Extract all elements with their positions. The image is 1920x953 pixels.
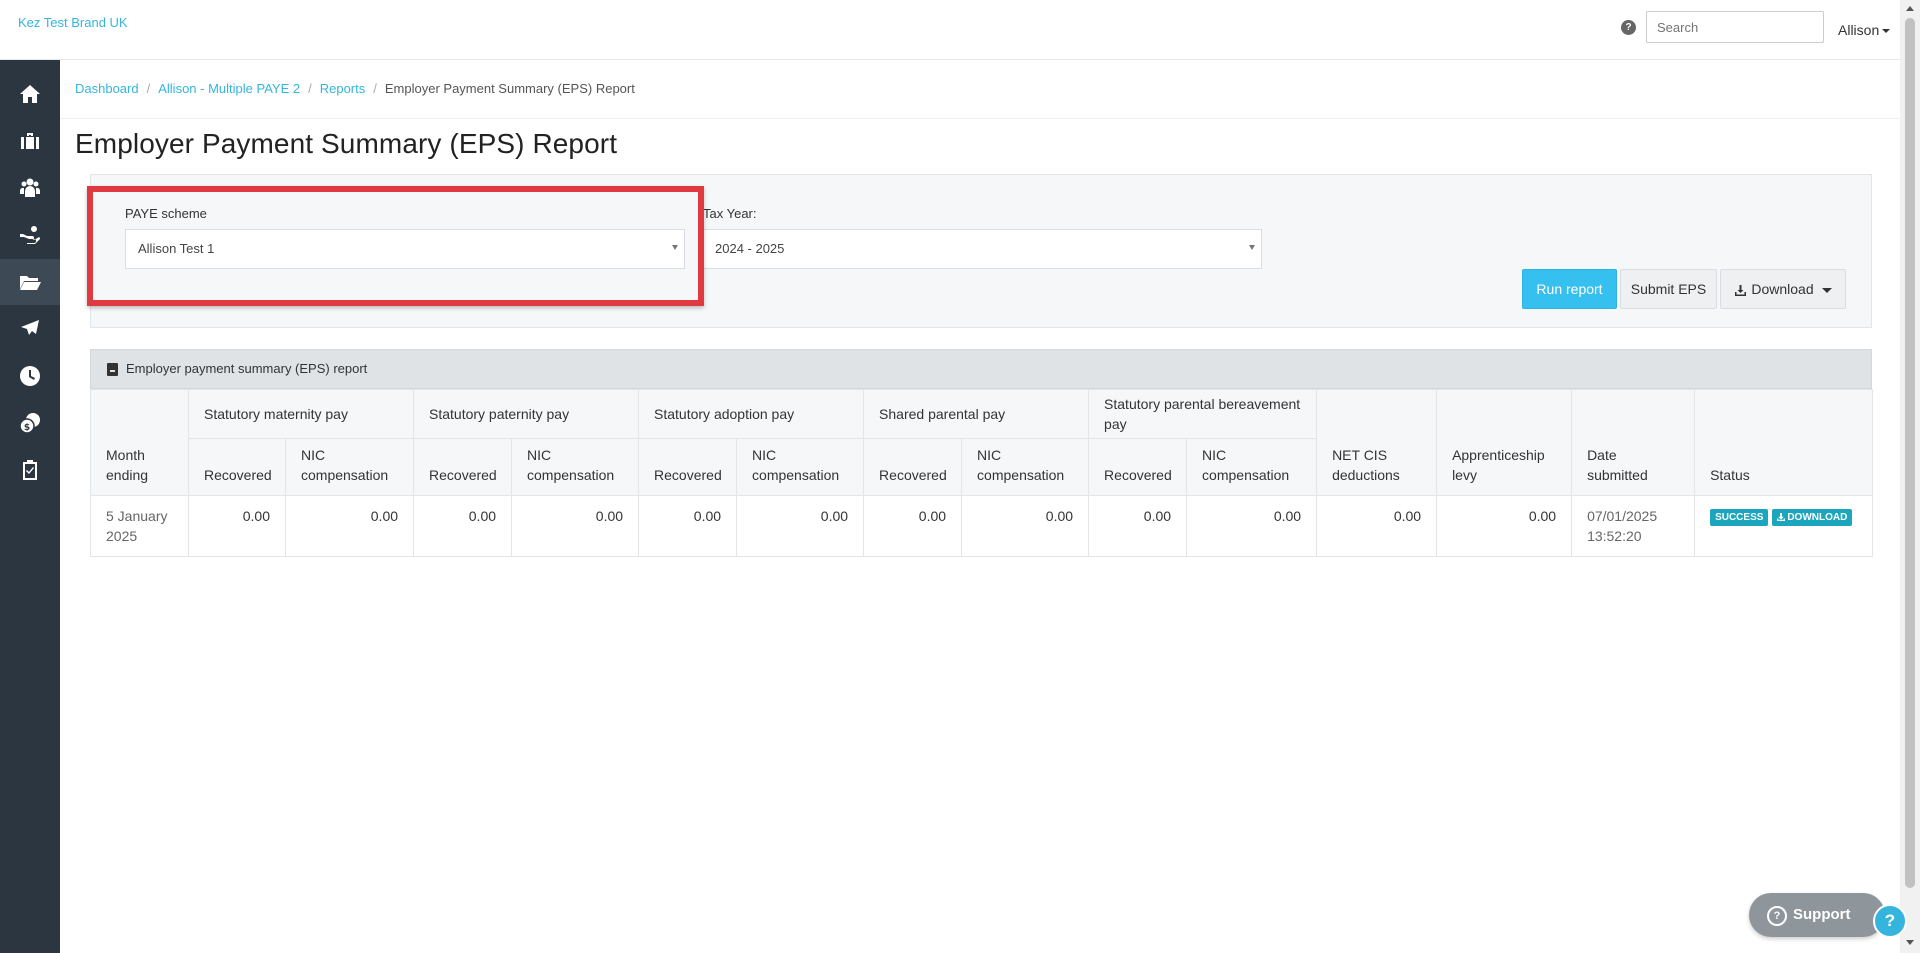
sidebar-item-tasks[interactable] [0, 447, 60, 493]
cell-month-ending: 5 January 2025 [90, 495, 189, 557]
download-badge-button[interactable]: DOWNLOAD [1772, 508, 1853, 526]
support-label: Support [1793, 906, 1851, 923]
cell-value: 0.00 [736, 495, 865, 557]
col-paternity-recovered: Recovered [413, 438, 513, 496]
breadcrumb-current: Employer Payment Summary (EPS) Report [384, 81, 635, 96]
cell-value: 0.00 [284, 495, 415, 557]
download-icon [1777, 512, 1786, 521]
col-shared-nic: NIC compensation [961, 438, 1090, 496]
cell-value: 0.00 [1088, 495, 1188, 557]
col-apprenticeship-levy: Apprenticeship levy [1436, 389, 1573, 496]
highlight-annotation [87, 186, 704, 306]
page-title: Employer Payment Summary (EPS) Report [75, 128, 618, 159]
tax-year-value: 2024 - 2025 [715, 241, 785, 256]
sidebar-item-pensions[interactable]: $ [0, 400, 60, 446]
sidebar-item-employees[interactable] [0, 165, 60, 211]
chevron-down-icon [1882, 29, 1891, 34]
sidebar-item-timesheets[interactable] [0, 353, 60, 399]
col-paternity-nic: NIC compensation [511, 438, 640, 496]
scroll-down-icon[interactable] [1906, 940, 1914, 945]
col-adoption-recovered: Recovered [638, 438, 738, 496]
hand-payment-icon [20, 226, 40, 244]
cell-value: 0.00 [188, 495, 286, 557]
sidebar-item-company[interactable] [0, 118, 60, 164]
cell-status: SUCCESS DOWNLOAD [1694, 495, 1874, 557]
scroll-up-icon[interactable] [1906, 6, 1914, 11]
report-title: Employer payment summary (EPS) report [126, 361, 368, 376]
sidebar-item-home[interactable] [0, 71, 60, 117]
col-net-cis: NET CIS deductions [1316, 389, 1438, 496]
col-status: Status [1694, 389, 1874, 496]
folder-icon [20, 276, 41, 290]
cell-value: 0.00 [511, 495, 640, 557]
download-label: Download [1751, 281, 1814, 297]
sidebar-item-reports[interactable] [0, 259, 60, 305]
breadcrumb-dashboard[interactable]: Dashboard [75, 81, 139, 96]
top-bar: Kez Test Brand UK ? Allison [0, 0, 1900, 60]
submit-eps-button[interactable]: Submit EPS [1620, 269, 1717, 309]
table-row: 5 January 2025 0.00 0.00 0.00 0.00 0.00 … [90, 495, 1874, 557]
table-group-header: Month ending Statutory maternity pay Sta… [90, 389, 1874, 496]
svg-text:$: $ [24, 423, 30, 433]
question-circle-icon: ? [1767, 906, 1787, 926]
user-name: Allison [1838, 22, 1880, 38]
cell-date-submitted: 07/01/2025 13:52:20 [1571, 495, 1696, 557]
eps-report-card: Employer payment summary (EPS) report Mo… [90, 349, 1874, 557]
status-badge: SUCCESS [1710, 508, 1769, 526]
download-icon [1735, 284, 1747, 296]
cell-value: 0.00 [1186, 495, 1318, 557]
document-icon [107, 363, 118, 376]
col-maternity-recovered: Recovered [188, 438, 286, 496]
sidebar-item-leave[interactable] [0, 306, 60, 352]
cell-value: 0.00 [1436, 495, 1573, 557]
group-bereavement: Statutory parental bereavement pay [1088, 389, 1318, 439]
col-date-submitted: Date submitted [1571, 389, 1696, 496]
breadcrumb-bar: Dashboard / Allison - Multiple PAYE 2/Repo… [60, 60, 1900, 119]
breadcrumb: Dashboard / Allison - Multiple PAYE 2/Repo… [75, 81, 635, 96]
group-adoption: Statutory adoption pay [638, 389, 865, 439]
home-icon [20, 85, 40, 103]
help-chat-button[interactable]: ? [1873, 904, 1907, 938]
help-icon[interactable]: ? [1621, 20, 1636, 35]
breadcrumb-reports[interactable]: Reports [320, 81, 366, 96]
cell-value: 0.00 [1316, 495, 1438, 557]
coins-icon: $ [19, 413, 40, 434]
col-maternity-nic: NIC compensation [284, 438, 415, 496]
people-icon [19, 178, 41, 197]
cell-value: 0.00 [961, 495, 1090, 557]
brand-link[interactable]: Kez Test Brand UK [18, 15, 128, 30]
page-scrollbar[interactable] [1900, 0, 1920, 953]
group-shared-parental: Shared parental pay [863, 389, 1090, 439]
col-bereavement-nic: NIC compensation [1186, 438, 1318, 496]
tax-year-select[interactable]: 2024 - 2025 [702, 229, 1262, 269]
search-input[interactable] [1646, 11, 1824, 43]
group-paternity: Statutory paternity pay [413, 389, 640, 439]
download-button[interactable]: Download [1720, 269, 1846, 309]
download-badge-label: DOWNLOAD [1787, 511, 1848, 523]
col-shared-recovered: Recovered [863, 438, 963, 496]
sidebar-item-payments[interactable] [0, 212, 60, 258]
dropdown-arrow-icon [1249, 245, 1255, 250]
col-bereavement-recovered: Recovered [1088, 438, 1188, 496]
scroll-thumb[interactable] [1905, 18, 1915, 888]
clipboard-check-icon [23, 460, 37, 480]
run-report-button[interactable]: Run report [1522, 269, 1617, 309]
briefcase-icon [21, 133, 39, 149]
breadcrumb-company[interactable]: Allison - Multiple PAYE 2 [158, 81, 300, 96]
chevron-down-icon [1821, 287, 1832, 293]
user-menu[interactable]: Allison [1838, 22, 1891, 38]
plane-icon [21, 320, 39, 335]
group-maternity: Statutory maternity pay [187, 389, 415, 439]
col-month-ending: Month ending [90, 389, 189, 496]
clock-icon [20, 366, 40, 386]
report-header: Employer payment summary (EPS) report [90, 349, 1872, 389]
support-button[interactable]: ? Support [1749, 893, 1885, 937]
cell-value: 0.00 [863, 495, 963, 557]
cell-value: 0.00 [413, 495, 513, 557]
sidebar: $ [0, 60, 60, 953]
cell-value: 0.00 [638, 495, 738, 557]
tax-year-label: Tax Year: [703, 206, 757, 221]
eps-table: Month ending Statutory maternity pay Sta… [90, 389, 1874, 557]
col-adoption-nic: NIC compensation [736, 438, 865, 496]
